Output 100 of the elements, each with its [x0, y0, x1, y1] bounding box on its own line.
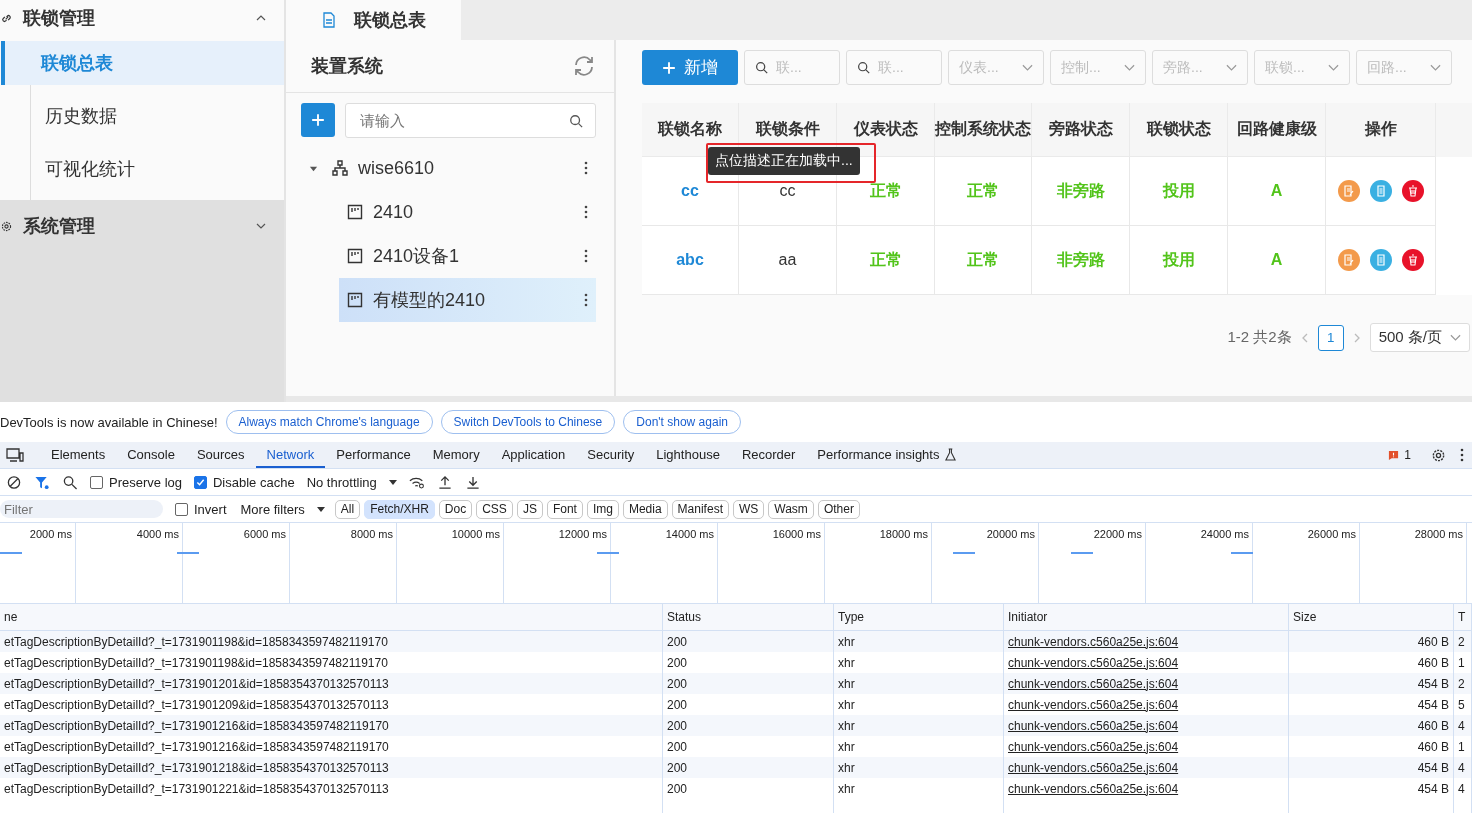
column-header: Initiator [1004, 604, 1289, 630]
delete-icon[interactable] [1401, 180, 1424, 202]
table-cell: 200 [663, 631, 834, 652]
page-button[interactable]: 1 [1317, 324, 1344, 351]
devtools-tab[interactable]: Sources [185, 442, 256, 468]
more-icon[interactable] [584, 161, 588, 175]
tree-node[interactable]: 有模型的2410 [339, 278, 596, 322]
type-filter-chip[interactable]: CSS [476, 499, 513, 519]
column-header: ne [0, 604, 663, 630]
type-filter-chip[interactable]: Font [546, 499, 583, 519]
devtools-tab[interactable]: Lighthouse [645, 442, 731, 468]
add-button[interactable] [301, 103, 335, 137]
devtools-tab[interactable]: Performance [325, 442, 422, 468]
invert-checkbox[interactable]: Invert [175, 501, 227, 517]
issues-counter[interactable]: 1 [1388, 448, 1411, 462]
tree-node[interactable]: wise6610 [301, 146, 596, 190]
devtools-tab[interactable]: Performance insights [806, 442, 968, 468]
upload-icon[interactable] [436, 474, 453, 490]
devtools-tab[interactable]: Elements [40, 442, 117, 468]
tree-node[interactable]: 2410设备1 [339, 234, 596, 278]
name-link[interactable]: abc [676, 251, 704, 269]
type-filter-chip[interactable]: Other [817, 499, 860, 519]
more-icon[interactable] [584, 205, 588, 219]
settings-icon [0, 219, 13, 233]
more-icon[interactable] [584, 293, 588, 307]
search-input[interactable]: 请输入 [358, 111, 569, 130]
menu-item[interactable]: 可视化统计 [31, 147, 284, 191]
disable-cache-checkbox[interactable]: Disable cache [194, 474, 295, 490]
info-button[interactable]: Switch DevTools to Chinese [440, 410, 616, 434]
delete-icon[interactable] [1401, 249, 1424, 271]
initiator-link[interactable]: chunk-vendors.c560a25e.js:604 [1004, 778, 1289, 799]
column-header: Size [1289, 604, 1454, 630]
preserve-log-checkbox[interactable]: Preserve log [90, 474, 182, 490]
table-cell: 4 [1454, 715, 1472, 736]
tree-node[interactable]: 2410 [339, 190, 596, 234]
more-icon[interactable] [584, 249, 588, 263]
info-button[interactable]: Always match Chrome's language [225, 410, 433, 434]
more-filters-dropdown[interactable]: More filters [240, 501, 325, 517]
table-cell[interactable]: etTagDescriptionByDetailId?_t=1731901216&id=1858343597482119170 [0, 715, 663, 736]
menu-group[interactable]: 系统管理 [0, 200, 284, 252]
timeline-tick-label: 12000 ms [558, 528, 607, 540]
download-icon[interactable] [464, 474, 481, 490]
type-filter-chip[interactable]: Img [586, 499, 619, 519]
clear-icon[interactable] [6, 474, 22, 490]
timeline-tick-label: 10000 ms [451, 528, 500, 540]
table-cell-text: 正常 [869, 249, 902, 270]
search-icon[interactable] [569, 113, 583, 128]
devtools-tab[interactable]: Console [116, 442, 186, 468]
table-cell[interactable]: etTagDescriptionByDetailId?_t=1731901221&id=1858354370132570113 [0, 778, 663, 799]
chevron-icon [1450, 333, 1461, 342]
issue-icon [1388, 449, 1400, 461]
type-filter-chip[interactable]: Fetch/XHR [364, 499, 435, 519]
filter-field[interactable]: Filter [0, 500, 163, 518]
name-link[interactable]: cc [681, 182, 699, 200]
more-options-icon[interactable] [1460, 448, 1464, 462]
menu-group[interactable]: 联锁管理 [0, 0, 284, 36]
timeline-tick-label: 22000 ms [1093, 528, 1142, 540]
search-field[interactable]: 请输入 [345, 103, 596, 138]
type-filter-chip[interactable]: All [334, 499, 361, 519]
table-cell[interactable]: etTagDescriptionByDetailId?_t=1731901201&id=1858354370132570113 [0, 673, 663, 694]
panel-title: 装置系统 [311, 55, 383, 78]
search-icon [755, 61, 768, 74]
search-icon[interactable] [62, 474, 78, 490]
table-cell[interactable]: etTagDescriptionByDetailId?_t=1731901218&id=1858354370132570113 [0, 757, 663, 778]
add-button[interactable]: 新增 [642, 50, 738, 85]
type-filter-chip[interactable]: JS [516, 499, 543, 519]
settings-icon[interactable] [1431, 447, 1446, 463]
devtools-tab[interactable]: Network [255, 442, 326, 468]
refresh-icon[interactable] [572, 54, 596, 78]
type-filter-chip[interactable]: Manifest [671, 499, 729, 519]
initiator-link[interactable]: chunk-vendors.c560a25e.js:604 [1004, 715, 1289, 736]
table-cell-text: 投用 [1162, 180, 1195, 201]
info-message: DevTools is now available in Chinese! [0, 414, 218, 430]
page-tab[interactable]: 联锁总表 [286, 0, 461, 40]
timeline-tick-label: 8000 ms [350, 528, 393, 540]
initiator-link[interactable]: chunk-vendors.c560a25e.js:604 [1004, 757, 1289, 778]
initiator-link[interactable]: chunk-vendors.c560a25e.js:604 [1004, 631, 1289, 652]
devtools-tab[interactable]: Recorder [730, 442, 807, 468]
hierarchy-icon [332, 160, 348, 176]
initiator-link[interactable]: chunk-vendors.c560a25e.js:604 [1004, 673, 1289, 694]
type-filter-chip[interactable]: WS [732, 499, 765, 519]
devtools-tab[interactable]: Memory [421, 442, 491, 468]
table-cell: xhr [834, 757, 1004, 778]
table-cell: cc [779, 182, 796, 200]
type-filter-chip[interactable]: Wasm [768, 499, 814, 519]
devtools-tab[interactable]: Application [490, 442, 577, 468]
type-filter-chip[interactable]: Doc [438, 499, 473, 519]
timeline-tick-label: 28000 ms [1414, 528, 1463, 540]
throttling-select[interactable]: No throttling [306, 474, 397, 490]
device-toggle-icon[interactable] [6, 448, 24, 462]
type-filter-chip[interactable]: Media [622, 499, 668, 519]
timeline-tick-label: 2000 ms [29, 528, 72, 540]
table-cell[interactable]: etTagDescriptionByDetailId?_t=1731901198&id=1858343597482119170 [0, 631, 663, 652]
table-cell: A [1270, 251, 1283, 269]
info-button[interactable]: Don't show again [623, 410, 741, 434]
page-size-select[interactable]: 500 条/页 [1369, 323, 1470, 352]
devtools-tab[interactable]: Security [576, 442, 646, 468]
timeline-tick-label: 4000 ms [136, 528, 179, 540]
filter-icon[interactable] [34, 474, 50, 490]
menu-item[interactable]: 历史数据 [31, 94, 284, 138]
